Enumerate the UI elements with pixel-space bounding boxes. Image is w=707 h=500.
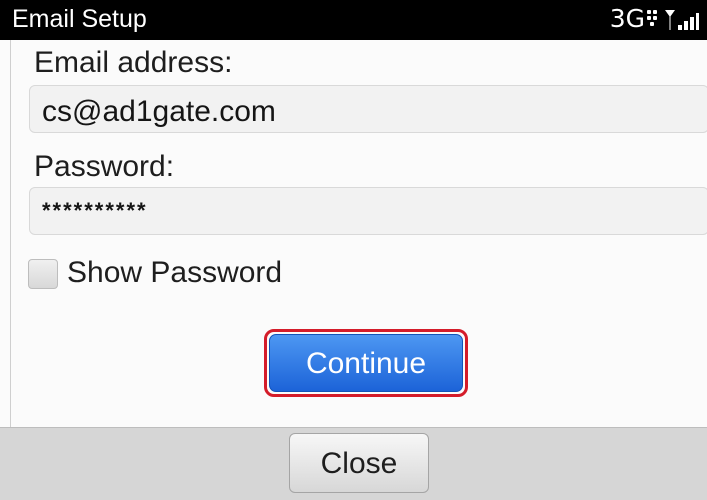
password-label: Password:: [34, 150, 175, 183]
status-bar: Email Setup 3G: [0, 0, 707, 40]
signal-icon: [665, 8, 699, 32]
email-value: cs@ad1gate.com: [42, 95, 276, 128]
password-field[interactable]: **********: [29, 187, 707, 235]
network-type: 3G: [609, 4, 645, 33]
show-password-checkbox[interactable]: [28, 259, 58, 289]
form-area: Email address: cs@ad1gate.com Password: …: [10, 40, 707, 427]
close-button[interactable]: Close: [289, 433, 429, 493]
screen-title: Email Setup: [12, 5, 147, 33]
email-field[interactable]: cs@ad1gate.com: [29, 85, 707, 133]
password-value: **********: [42, 198, 148, 223]
email-setup-screen: Email Setup 3G Email address: cs@ad1gate…: [0, 0, 707, 500]
blackberry-icon: [647, 10, 661, 28]
antenna-icon: [665, 10, 675, 30]
show-password-label[interactable]: Show Password: [67, 256, 282, 290]
continue-button[interactable]: Continue: [269, 334, 463, 392]
email-label: Email address:: [34, 46, 233, 79]
